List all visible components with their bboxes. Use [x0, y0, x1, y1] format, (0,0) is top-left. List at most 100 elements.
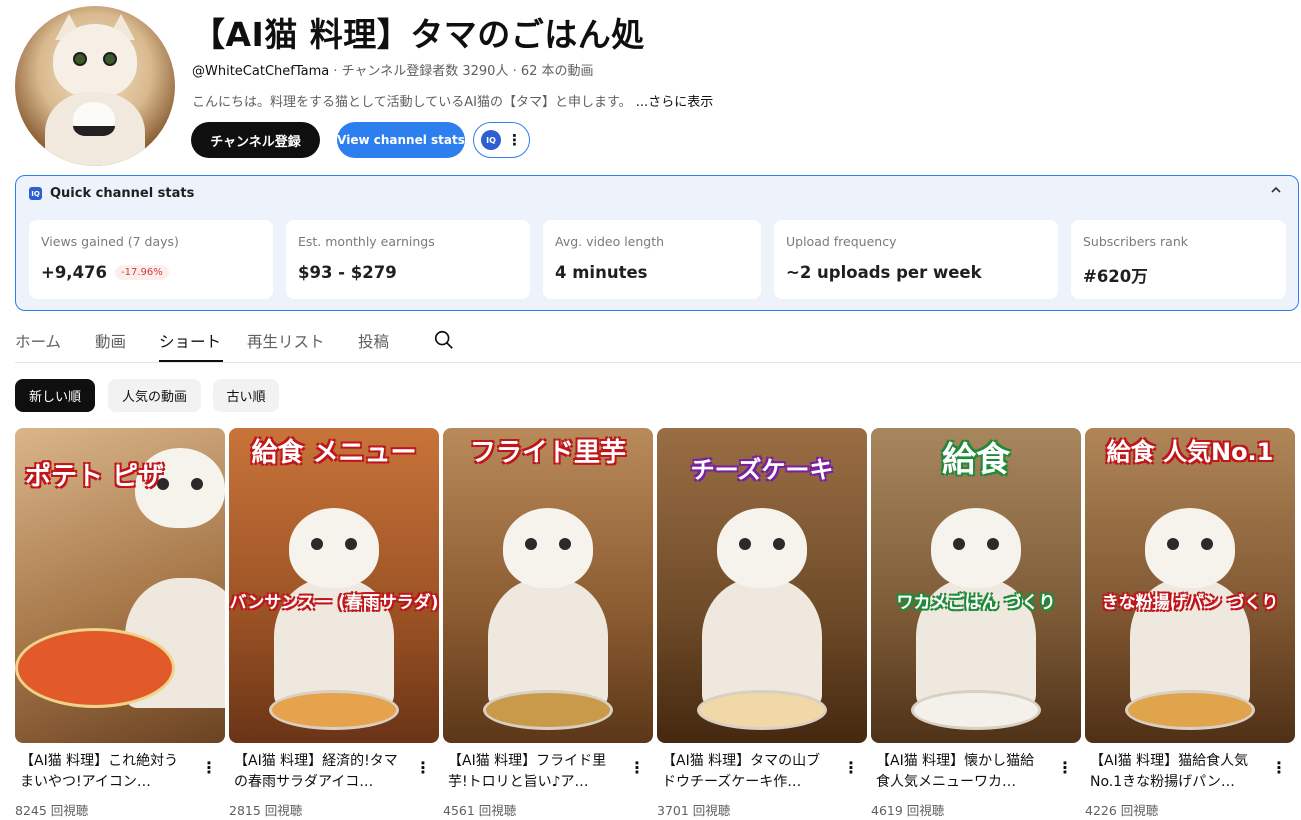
search-icon[interactable] [433, 329, 455, 351]
iq-icon: IQ [481, 130, 501, 150]
channel-handle[interactable]: @WhiteCatChefTama [192, 64, 329, 79]
thumbnail-food [697, 690, 827, 730]
chip-newest[interactable]: 新しい順 [15, 379, 95, 412]
tab-home[interactable]: ホーム [15, 330, 61, 352]
short-card[interactable]: 給食 メニュー バンサンスー (春雨サラダ) 【AI猫 料理】経済的!タマの春雨… [229, 428, 439, 818]
thumbnail-cat-face [931, 508, 1021, 588]
short-card[interactable]: ポテト ピザ 【AI猫 料理】これ絶対うまいやつ!アイコン… ⋮ 8245 回視… [15, 428, 225, 818]
avatar-cat-eye [73, 52, 87, 66]
stat-label: Est. monthly earnings [298, 234, 435, 249]
short-title[interactable]: 【AI猫 料理】経済的!タマの春雨サラダアイコ… [234, 751, 404, 793]
chip-popular[interactable]: 人気の動画 [108, 379, 201, 412]
short-thumbnail[interactable]: ポテト ピザ [15, 428, 225, 743]
thumbnail-cat-face [289, 508, 379, 588]
more-vert-icon[interactable]: ⋮ [1271, 758, 1287, 777]
short-thumbnail[interactable]: チーズケーキ [657, 428, 867, 743]
stat-card-upload-frequency: Upload frequency ~2 uploads per week [774, 220, 1058, 299]
more-vert-icon[interactable]: ⋮ [1057, 758, 1073, 777]
thumbnail-food [1125, 690, 1255, 730]
thumbnail-food [269, 690, 399, 730]
thumbnail-food [483, 690, 613, 730]
thumbnail-food [911, 690, 1041, 730]
iq-icon: IQ [29, 187, 42, 200]
thumbnail-cat-face [1145, 508, 1235, 588]
channel-stats-text: · チャンネル登録者数 3290人 · 62 本の動画 [329, 64, 594, 79]
channel-title: 【AI猫 料理】タマのごはん処 [192, 15, 645, 54]
avatar-cat-head [53, 24, 137, 98]
stat-value-text: +9,476 [41, 263, 108, 282]
stat-card-earnings: Est. monthly earnings $93 - $279 [286, 220, 530, 299]
thumbnail-cat-face [503, 508, 593, 588]
channel-tabs: ホーム 動画 ショート 再生リスト 投稿 [15, 318, 1301, 363]
description-text: こんにちは。料理をする猫として活動しているAI猫の【タマ】と申します。 [192, 95, 632, 110]
short-card[interactable]: 給食 ワカメごはん づくり 【AI猫 料理】懐かし猫給食人気メニューワカ… ⋮ … [871, 428, 1081, 818]
active-tab-indicator [159, 360, 223, 362]
thumbnail-caption: 給食 人気No.1 [1106, 438, 1274, 466]
short-card[interactable]: 給食 人気No.1 きな粉揚げパン づくり 【AI猫 料理】猫給食人気No.1き… [1085, 428, 1295, 818]
short-card[interactable]: フライド里芋 【AI猫 料理】フライド里芋!トロリと旨い♪ア… ⋮ 4561 回… [443, 428, 653, 818]
stat-value: 4 minutes [555, 263, 648, 282]
thumbnail-cat [702, 578, 822, 708]
tab-posts[interactable]: 投稿 [358, 330, 389, 352]
short-views: 4619 回視聴 [871, 803, 945, 818]
thumbnail-caption: フライド里芋 [469, 438, 626, 468]
quick-stats-header[interactable]: IQ Quick channel stats [29, 186, 194, 201]
thumbnail-subcaption: きな粉揚げパン づくり [1101, 593, 1279, 613]
short-card[interactable]: チーズケーキ 【AI猫 料理】タマの山ブドウチーズケーキ作… ⋮ 3701 回視… [657, 428, 867, 818]
thumbnail-caption: ポテト ピザ [25, 462, 165, 492]
quick-stats-title: Quick channel stats [50, 186, 195, 201]
short-views: 2815 回視聴 [229, 803, 303, 818]
thumbnail-subcaption: バンサンスー (春雨サラダ) [229, 593, 439, 613]
thumbnail-caption: チーズケーキ [690, 456, 834, 484]
stat-label: Views gained (7 days) [41, 234, 179, 249]
tab-playlists[interactable]: 再生リスト [247, 330, 325, 352]
short-views: 4226 回視聴 [1085, 803, 1159, 818]
short-title[interactable]: 【AI猫 料理】猫給食人気No.1きな粉揚げパン… [1090, 751, 1260, 793]
avatar-riceball [73, 102, 115, 136]
short-thumbnail[interactable]: 給食 メニュー バンサンスー (春雨サラダ) [229, 428, 439, 743]
short-title[interactable]: 【AI猫 料理】タマの山ブドウチーズケーキ作… [662, 751, 832, 793]
thumbnail-caption: 給食 [942, 440, 1010, 480]
short-title[interactable]: 【AI猫 料理】懐かし猫給食人気メニューワカ… [876, 751, 1046, 793]
stat-value: $93 - $279 [298, 263, 397, 282]
thumbnail-caption: 給食 メニュー [251, 438, 417, 468]
more-vert-icon[interactable]: ⋮ [201, 758, 217, 777]
more-vert-icon[interactable]: ⋮ [507, 132, 522, 148]
channel-description[interactable]: こんにちは。料理をする猫として活動しているAI猫の【タマ】と申します。 ...さ… [192, 91, 713, 110]
short-thumbnail[interactable]: フライド里芋 [443, 428, 653, 743]
stat-label: Avg. video length [555, 234, 665, 249]
stat-label: Subscribers rank [1083, 234, 1188, 249]
subscribe-button[interactable]: チャンネル登録 [191, 122, 320, 158]
tab-shorts[interactable]: ショート [159, 330, 221, 352]
chip-oldest[interactable]: 古い順 [213, 379, 279, 412]
short-title[interactable]: 【AI猫 料理】フライド里芋!トロリと旨い♪ア… [448, 751, 618, 793]
short-views: 8245 回視聴 [15, 803, 89, 818]
short-thumbnail[interactable]: 給食 ワカメごはん づくり [871, 428, 1081, 743]
thumbnail-cat [488, 578, 608, 708]
stat-card-video-length: Avg. video length 4 minutes [543, 220, 761, 299]
short-thumbnail[interactable]: 給食 人気No.1 きな粉揚げパン づくり [1085, 428, 1295, 743]
short-views: 3701 回視聴 [657, 803, 731, 818]
show-more-link[interactable]: ...さらに表示 [636, 95, 713, 110]
more-vert-icon[interactable]: ⋮ [415, 758, 431, 777]
more-vert-icon[interactable]: ⋮ [843, 758, 859, 777]
short-title[interactable]: 【AI猫 料理】これ絶対うまいやつ!アイコン… [20, 751, 190, 793]
more-vert-icon[interactable]: ⋮ [629, 758, 645, 777]
thumbnail-cat-face [717, 508, 807, 588]
stat-card-subscribers-rank: Subscribers rank #620万 [1071, 220, 1286, 299]
stat-value: ~2 uploads per week [786, 263, 982, 282]
channel-meta: @WhiteCatChefTama · チャンネル登録者数 3290人 · 62… [192, 60, 594, 79]
avatar-cat-eye [103, 52, 117, 66]
iq-extension-button[interactable]: IQ ⋮ [473, 122, 530, 158]
stat-value: #620万 [1083, 267, 1148, 286]
stat-delta-badge: -17.96% [115, 265, 169, 280]
quick-stats-panel: IQ Quick channel stats Views gained (7 d… [15, 175, 1299, 311]
short-views: 4561 回視聴 [443, 803, 517, 818]
thumbnail-subcaption: ワカメごはん づくり [896, 593, 1056, 613]
channel-avatar[interactable] [15, 6, 175, 166]
thumbnail-food [15, 628, 175, 708]
tab-videos[interactable]: 動画 [95, 330, 126, 352]
stat-value: +9,476 -17.96% [41, 263, 169, 282]
chevron-up-icon[interactable] [1270, 184, 1282, 196]
view-channel-stats-button[interactable]: View channel stats [337, 122, 465, 158]
